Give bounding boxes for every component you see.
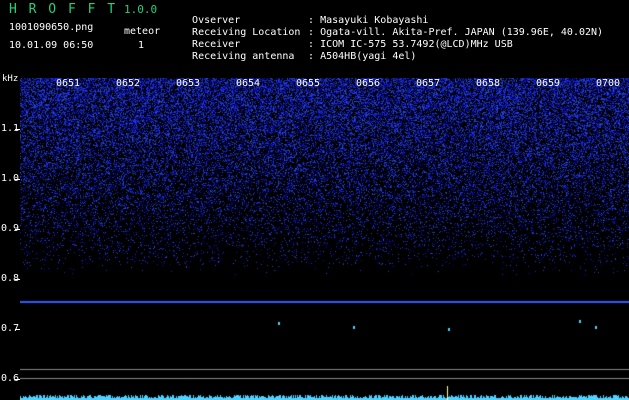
app-version: 1.0.0	[124, 3, 158, 16]
time-label: 0651	[56, 78, 81, 89]
time-label: 0653	[176, 78, 201, 89]
y-tick-mark	[15, 229, 20, 230]
meteor-count: 1	[138, 40, 145, 51]
time-label: 0654	[236, 78, 261, 89]
y-tick-mark	[15, 379, 20, 380]
time-label: 0652	[116, 78, 141, 89]
y-tick-mark	[15, 179, 20, 180]
spectrogram-canvas	[20, 78, 629, 400]
capture-datetime: 10.01.09 06:50	[9, 40, 94, 51]
y-axis-unit: kHz	[2, 74, 19, 84]
info-row-antenna: Receiving antenna : A504HB(yagi 4el)	[180, 40, 416, 62]
meteor-label: meteor	[124, 26, 161, 37]
app-title: H R O F F T	[9, 2, 118, 17]
info-key: Receiving antenna	[192, 51, 295, 62]
y-tick-mark	[15, 279, 20, 280]
time-label: 0657	[416, 78, 441, 89]
info-value: : A504HB(yagi 4el)	[308, 51, 417, 62]
y-tick-mark	[15, 129, 20, 130]
time-label: 0659	[536, 78, 561, 89]
time-label: 0658	[476, 78, 501, 89]
time-label: 0655	[296, 78, 321, 89]
file-name: 1001090650.png	[9, 22, 94, 33]
y-tick-mark	[15, 329, 20, 330]
time-label: 0656	[356, 78, 381, 89]
time-label: 0700	[596, 78, 621, 89]
